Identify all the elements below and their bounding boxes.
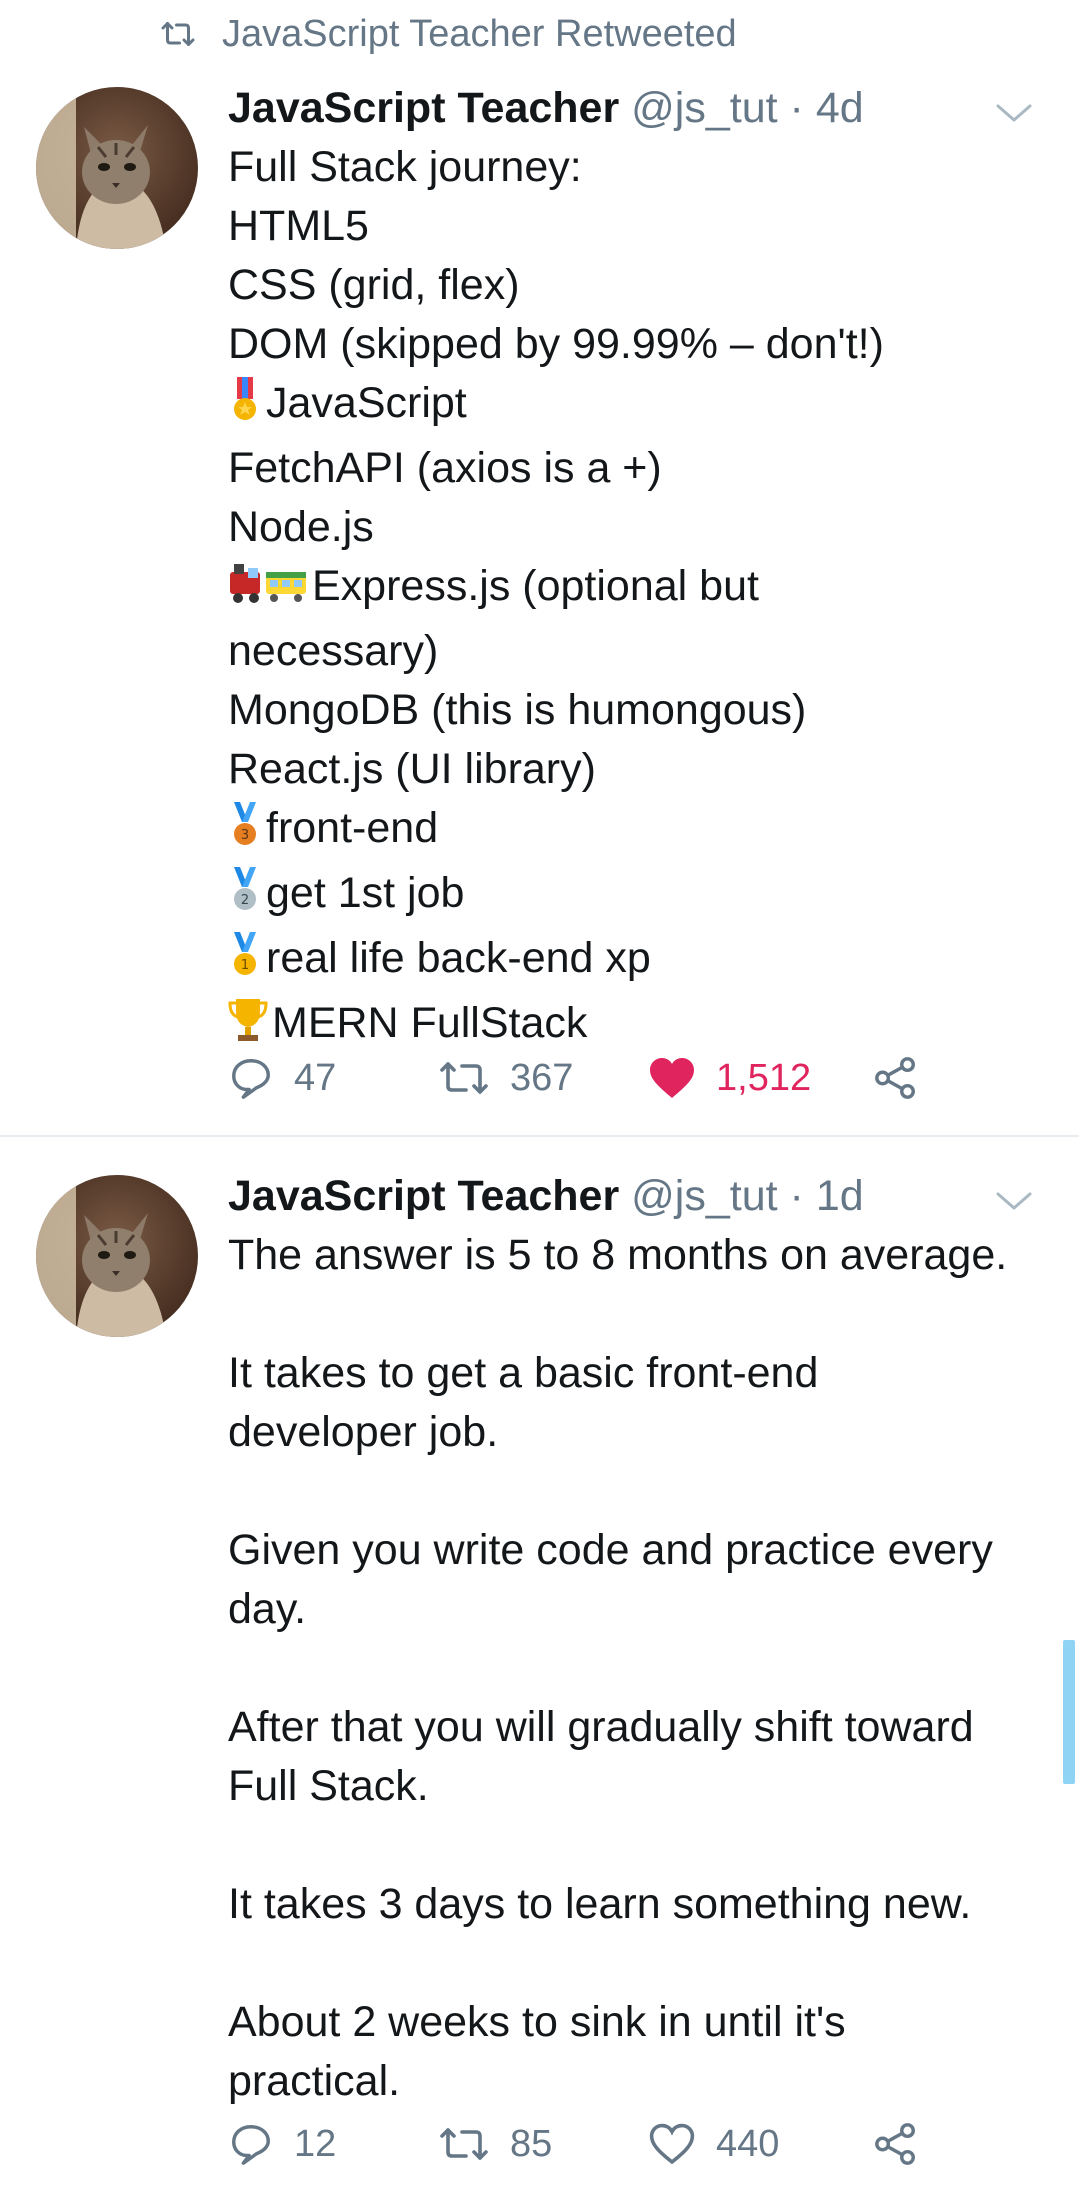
- tweet-line: About 2 weeks to sink in until it's: [228, 1998, 846, 2046]
- tweet-line: 3 front-end: [228, 799, 1048, 864]
- tweet-line: [228, 1285, 1048, 1344]
- train-emoji: [228, 560, 308, 622]
- reply-icon: [228, 1055, 274, 1101]
- tweet-actions: 12 85 440: [228, 2114, 919, 2174]
- tweet-line: Full Stack journey:: [228, 143, 582, 191]
- svg-text:3: 3: [241, 828, 249, 843]
- like-button[interactable]: 1,512: [648, 1056, 873, 1100]
- tweet-line: After that you will gradually shift towa…: [228, 1703, 974, 1751]
- tweet-header: JavaScript Teacher @js_tut · 1d: [228, 1166, 1048, 1226]
- tweet-line: [228, 1934, 1048, 1993]
- heart-filled-icon: [648, 1056, 696, 1100]
- retweet-button[interactable]: 367: [438, 1057, 648, 1100]
- author-name[interactable]: JavaScript Teacher: [228, 1172, 619, 1220]
- svg-text:1: 1: [241, 958, 249, 973]
- tweet-text: The answer is 5 to 8 months on average. …: [228, 1226, 1048, 2111]
- retweet-button[interactable]: 85: [438, 2123, 648, 2166]
- retweet-icon: [438, 2124, 490, 2164]
- svg-text:2: 2: [241, 893, 249, 908]
- retweet-icon: [438, 1058, 490, 1098]
- chevron-down-icon[interactable]: [995, 1190, 1033, 1212]
- tweet-line: Full Stack.: [228, 1762, 429, 1810]
- like-count: 1,512: [716, 1056, 812, 1099]
- heart-outline-icon: [648, 2122, 696, 2166]
- tweet-body: JavaScript Teacher @js_tut · 1d The answ…: [228, 1166, 1048, 2111]
- retweet-context[interactable]: JavaScript Teacher Retweeted: [160, 12, 737, 56]
- like-button[interactable]: 440: [648, 2122, 873, 2166]
- tweet-line: [228, 1462, 1048, 1521]
- tweet-line: 2 get 1st job: [228, 864, 1048, 929]
- tweet-line: Node.js: [228, 503, 374, 551]
- 2nd-place-medal-emoji: 2: [228, 867, 262, 929]
- retweet-context-label: JavaScript Teacher Retweeted: [222, 12, 737, 55]
- reply-count: 12: [294, 2122, 337, 2165]
- tweet-line: practical.: [228, 2057, 401, 2105]
- timestamp[interactable]: 1d: [816, 1172, 864, 1220]
- reply-button[interactable]: 12: [228, 2121, 438, 2167]
- share-button[interactable]: [873, 1055, 919, 1101]
- military-medal-emoji: [228, 377, 262, 439]
- tweet-line: FetchAPI (axios is a +): [228, 444, 662, 492]
- chevron-down-icon[interactable]: [995, 102, 1033, 124]
- tweet-body: JavaScript Teacher @js_tut · 4d Full Sta…: [228, 78, 1048, 1059]
- retweet-count: 85: [510, 2122, 553, 2165]
- tweet-line: The answer is 5 to 8 months on average.: [228, 1231, 1008, 1279]
- avatar[interactable]: [36, 87, 198, 249]
- timestamp[interactable]: 4d: [816, 84, 864, 132]
- reply-button[interactable]: 47: [228, 1055, 438, 1101]
- retweet-icon: [160, 19, 196, 49]
- tweet-line: DOM (skipped by 99.99% – don't!): [228, 320, 884, 368]
- tweet-actions: 47 367 1,512: [228, 1048, 919, 1108]
- reply-icon: [228, 2121, 274, 2167]
- retweet-count: 367: [510, 1056, 574, 1099]
- tweet-line: necessary): [228, 627, 439, 675]
- tweet-text: Full Stack journey: HTML5 CSS (grid, fle…: [228, 138, 1048, 1059]
- tweet-line: [228, 1816, 1048, 1875]
- share-button[interactable]: [873, 2121, 919, 2167]
- tweet-line: day.: [228, 1585, 307, 1633]
- reply-count: 47: [294, 1056, 337, 1099]
- 3rd-place-medal-emoji: 3: [228, 802, 262, 864]
- tweet-line: 1 real life back-end xp: [228, 929, 1048, 994]
- tweet-line: Express.js (optional but: [228, 557, 1048, 622]
- tweet-line: It takes to get a basic front-end: [228, 1349, 819, 1397]
- tweet-line: It takes 3 days to learn something new.: [228, 1880, 972, 1928]
- tweet-line: JavaScript: [228, 374, 1048, 439]
- tweet-line: HTML5: [228, 202, 369, 250]
- author-handle[interactable]: @js_tut: [631, 84, 777, 132]
- tweet-line: developer job.: [228, 1408, 499, 1456]
- avatar[interactable]: [36, 1175, 198, 1337]
- scrollbar-thumb[interactable]: [1063, 1640, 1075, 1784]
- like-count: 440: [716, 2122, 780, 2165]
- tweet-line: React.js (UI library): [228, 745, 596, 793]
- share-icon: [873, 2121, 919, 2167]
- tweet-line: Given you write code and practice every: [228, 1526, 993, 1574]
- author-handle[interactable]: @js_tut: [631, 1172, 777, 1220]
- author-name[interactable]: JavaScript Teacher: [228, 84, 619, 132]
- separator: ·: [789, 84, 804, 132]
- separator: ·: [789, 1172, 804, 1220]
- 1st-place-medal-emoji: 1: [228, 932, 262, 994]
- tweet-header: JavaScript Teacher @js_tut · 4d: [228, 78, 1048, 138]
- share-icon: [873, 1055, 919, 1101]
- tweet-line: [228, 1639, 1048, 1698]
- tweet-divider: [0, 1135, 1079, 1137]
- tweet-line: CSS (grid, flex): [228, 261, 520, 309]
- tweet-line: MongoDB (this is humongous): [228, 686, 807, 734]
